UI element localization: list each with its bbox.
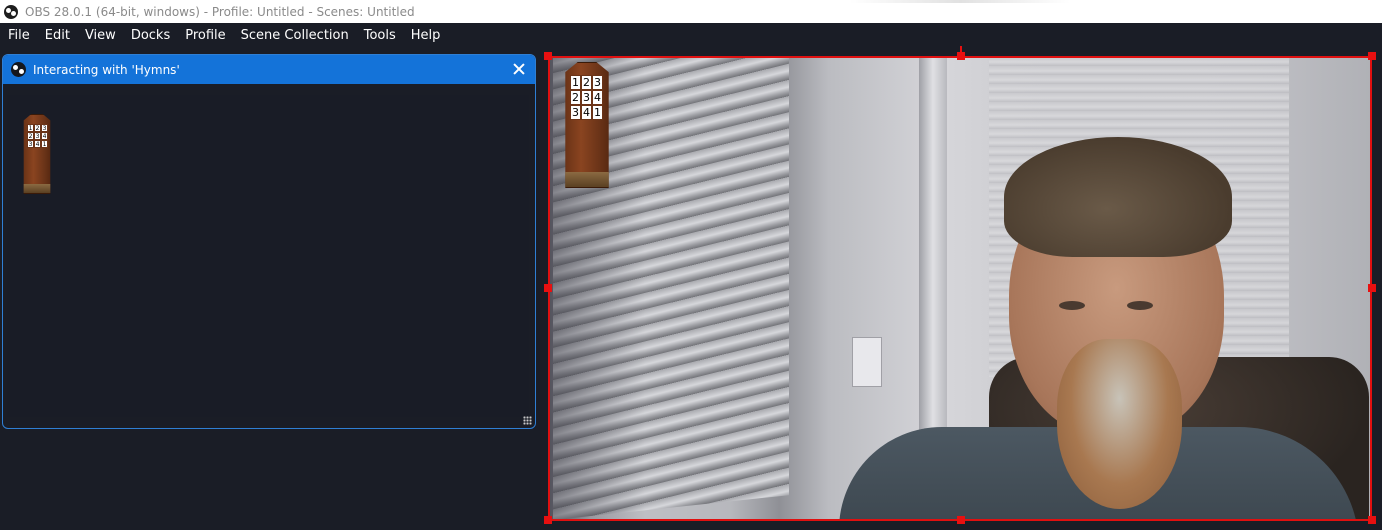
hymn-cell: 3 — [34, 132, 41, 140]
menu-docks[interactable]: Docks — [131, 28, 170, 43]
menu-profile[interactable]: Profile — [185, 28, 225, 43]
hymn-cell: 3 — [27, 140, 34, 148]
transform-handle-left[interactable] — [544, 284, 552, 292]
transform-handle-bottom-left[interactable] — [544, 516, 552, 524]
hymn-row: 3 4 1 — [570, 105, 603, 120]
hymn-cell: 2 — [581, 75, 592, 90]
menu-file[interactable]: File — [8, 28, 30, 43]
hymn-cell: 1 — [27, 124, 34, 132]
close-icon[interactable] — [511, 61, 527, 77]
resize-grip-icon[interactable] — [523, 416, 532, 425]
hymn-board-base — [23, 183, 51, 193]
hymn-cell: 4 — [41, 132, 48, 140]
hymn-number-grid: 1 2 3 2 3 4 3 4 1 — [27, 124, 48, 148]
window-titlebar: OBS 28.0.1 (64-bit, windows) - Profile: … — [0, 0, 1382, 23]
hymn-cell: 4 — [34, 140, 41, 148]
menu-scene-collection[interactable]: Scene Collection — [241, 28, 349, 43]
transform-handle-right[interactable] — [1368, 284, 1376, 292]
hymn-number-grid: 1 2 3 2 3 4 3 4 1 — [570, 75, 603, 120]
hymn-cell: 3 — [570, 105, 581, 120]
transform-handle-top-right[interactable] — [1368, 52, 1376, 60]
transform-handle-bottom[interactable] — [957, 516, 965, 524]
menu-edit[interactable]: Edit — [45, 28, 70, 43]
hymn-cell: 2 — [34, 124, 41, 132]
hymn-cell: 3 — [41, 124, 48, 132]
window-title: OBS 28.0.1 (64-bit, windows) - Profile: … — [25, 4, 415, 19]
hymn-row: 1 2 3 — [570, 75, 603, 90]
interact-dialog: Interacting with 'Hymns' — [2, 54, 536, 429]
menu-help[interactable]: Help — [411, 28, 441, 43]
person-beard — [1057, 339, 1182, 509]
interact-canvas[interactable] — [7, 95, 529, 417]
transform-handle-top[interactable] — [957, 52, 965, 60]
person-eye-right — [1127, 301, 1153, 310]
transform-handle-bottom-right[interactable] — [1368, 516, 1376, 524]
hymn-row: 1 2 3 — [27, 124, 48, 132]
hymn-row: 3 4 1 — [27, 140, 48, 148]
titlebar-highlight — [850, 0, 1070, 3]
menu-view[interactable]: View — [85, 28, 116, 43]
light-switch — [852, 337, 882, 387]
hymn-row: 2 3 4 — [27, 132, 48, 140]
dialog-header[interactable]: Interacting with 'Hymns' — [3, 55, 535, 84]
dialog-title: Interacting with 'Hymns' — [33, 62, 180, 77]
hymn-cell: 4 — [592, 90, 603, 105]
hymn-cell: 4 — [581, 105, 592, 120]
hymn-cell: 2 — [27, 132, 34, 140]
hymn-cell: 1 — [592, 105, 603, 120]
obs-logo-icon — [4, 4, 18, 19]
person-eye-left — [1059, 301, 1085, 310]
hymn-cell: 2 — [570, 90, 581, 105]
person-hair — [1004, 137, 1232, 257]
menu-tools[interactable]: Tools — [364, 28, 396, 43]
scene-preview[interactable] — [549, 57, 1371, 520]
obs-logo-icon — [11, 62, 26, 77]
hymn-cell: 1 — [570, 75, 581, 90]
hymn-row: 2 3 4 — [570, 90, 603, 105]
transform-handle-top-left[interactable] — [544, 52, 552, 60]
hymn-cell: 3 — [581, 90, 592, 105]
menu-bar: File Edit View Docks Profile Scene Colle… — [0, 23, 1382, 48]
hymn-cell: 1 — [41, 140, 48, 148]
hymn-cell: 3 — [592, 75, 603, 90]
